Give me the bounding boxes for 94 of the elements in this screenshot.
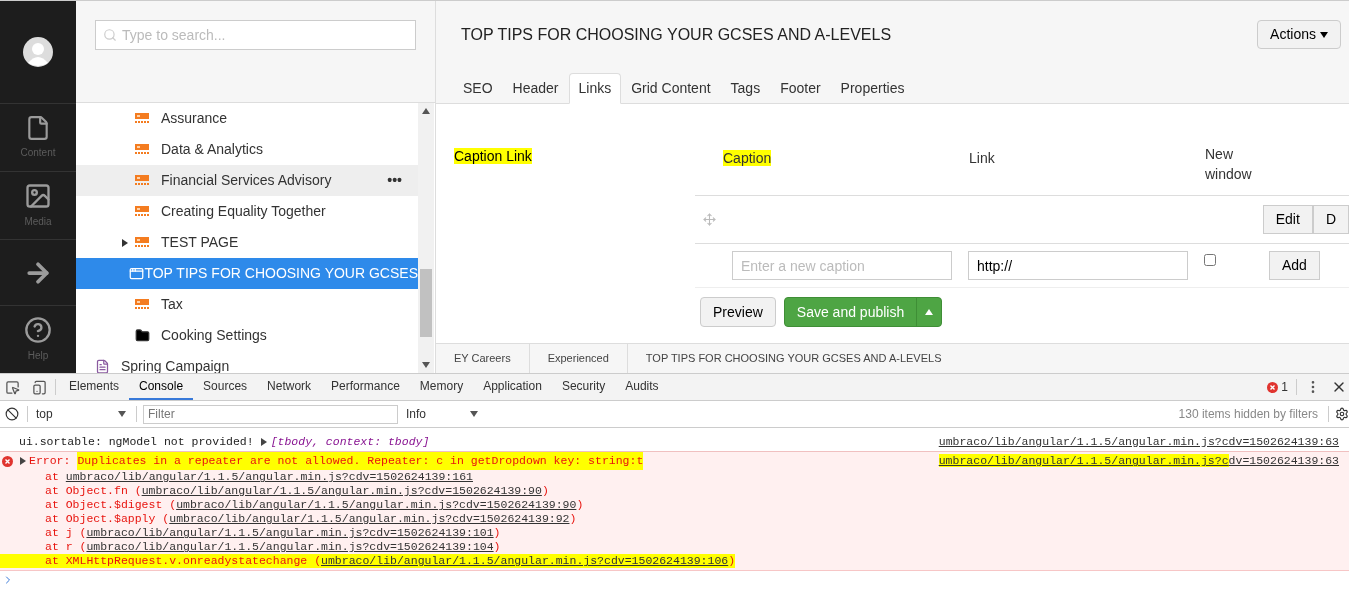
expand-icon: [19, 457, 27, 465]
error-label: Error:: [29, 453, 71, 470]
clear-console-icon[interactable]: [5, 407, 19, 421]
console-message: ui.sortable: ngModel not provided!: [19, 433, 254, 450]
editor-tab[interactable]: Grid Content: [621, 73, 721, 104]
devtools-tab[interactable]: Memory: [409, 374, 474, 400]
tree-item-label: Assurance: [161, 109, 228, 128]
error-text: Duplicates in a repeater are not allowed. Repeater: c in getDropdown key: string:t: [77, 452, 644, 470]
stack-frame-end: ): [493, 525, 501, 542]
error-icon: [1267, 381, 1279, 393]
grid-page-icon: [135, 112, 149, 125]
preview-button[interactable]: Preview: [700, 297, 776, 327]
stack-frame-end: ): [728, 553, 736, 570]
actions-button[interactable]: Actions: [1257, 20, 1341, 49]
grid-page-icon: [135, 236, 149, 249]
breadcrumb-item[interactable]: TOP TIPS FOR CHOOSING YOUR GCSES AND A-LEVELS: [627, 344, 960, 373]
devtools-tab[interactable]: Audits: [615, 374, 669, 400]
error-count[interactable]: 1: [1267, 378, 1288, 396]
editor-tab[interactable]: Tags: [720, 73, 771, 104]
more-actions[interactable]: •••: [387, 170, 402, 191]
grid-page-icon: [135, 174, 149, 187]
editor-tab[interactable]: SEO: [453, 73, 503, 104]
avatar-icon: [23, 37, 53, 67]
dropdown-icon: [470, 410, 478, 418]
devtools-tab[interactable]: Sources: [193, 374, 258, 400]
filter-field[interactable]: Filter: [143, 404, 398, 424]
caret-icon: [925, 308, 934, 316]
tree-item-label: Spring Campaign: [121, 357, 230, 373]
tree-item-label: TOP TIPS FOR CHOOSING YOUR GCSES: [144, 264, 418, 283]
window-icon: [129, 266, 145, 281]
help-icon: [24, 316, 52, 344]
stack-frame-end: ): [569, 511, 577, 528]
tree-item[interactable]: TOP TIPS FOR CHOOSING YOUR GCSES: [76, 258, 418, 289]
sidebar-label: Help: [27, 349, 49, 363]
console-object[interactable]: [tbody, context: tbody]: [270, 432, 430, 451]
caption-field[interactable]: Enter a new caption: [732, 251, 952, 280]
error-icon: [2, 455, 13, 467]
document-icon: [25, 115, 51, 141]
expand-icon: [121, 238, 129, 247]
editor-tab[interactable]: Footer: [770, 73, 831, 104]
devtools-tab[interactable]: Security: [551, 374, 616, 400]
column-header: New window: [1205, 146, 1252, 182]
tree-item-label: Cooking Settings: [161, 326, 267, 345]
new-window-checkbox[interactable]: [1204, 254, 1216, 266]
breadcrumb-item[interactable]: Experienced: [529, 344, 628, 373]
tree-item[interactable]: Financial Services Advisory •••: [76, 165, 418, 196]
document-icon: [95, 359, 110, 373]
editor-tab[interactable]: Links: [568, 73, 622, 104]
drag-handle-icon[interactable]: [703, 213, 716, 226]
folder-icon: [135, 328, 150, 343]
source-link[interactable]: umbraco/lib/angular/1.1.5/angular.min.js?cdv=1502624139:63: [938, 432, 1349, 451]
search-icon: [103, 28, 117, 42]
level-select[interactable]: Info: [406, 405, 478, 423]
add-button[interactable]: Add: [1269, 251, 1320, 280]
inspect-icon[interactable]: [5, 379, 20, 395]
tree-item-label: Tax: [161, 295, 183, 314]
row-button[interactable]: D: [1312, 205, 1349, 234]
scrollbar-thumb[interactable]: [420, 269, 432, 337]
editor-tab[interactable]: Header: [502, 73, 569, 104]
tree-item-label: TEST PAGE: [161, 233, 239, 252]
tree-item-label: Financial Services Advisory: [161, 171, 332, 190]
search-field[interactable]: Type to search...: [95, 20, 416, 50]
column-header: Caption: [723, 150, 772, 166]
column-header: Link: [969, 150, 995, 166]
row-button[interactable]: Edit: [1262, 205, 1313, 234]
sidebar-label: Media: [24, 215, 52, 229]
editor-tab[interactable]: Properties: [830, 73, 915, 104]
scrollbar[interactable]: [418, 103, 434, 373]
image-icon: [24, 182, 52, 210]
devtools-tab[interactable]: Network: [257, 374, 322, 400]
grid-page-icon: [135, 298, 149, 311]
devtools-tab[interactable]: Performance: [321, 374, 410, 400]
grid-page-icon: [135, 205, 149, 218]
devtools-tab[interactable]: Elements: [59, 374, 130, 400]
settings-icon[interactable]: [1335, 407, 1349, 421]
dropdown-icon: [118, 410, 126, 418]
tree-item-label: Creating Equality Together: [161, 202, 326, 221]
expand-icon: [259, 437, 268, 446]
device-icon[interactable]: [32, 379, 47, 395]
scroll-down-icon: [422, 361, 430, 369]
caret-icon: [1320, 30, 1328, 39]
devtools-tab[interactable]: Application: [473, 374, 552, 400]
property-label: Caption Link: [454, 148, 532, 164]
link-field[interactable]: http://: [968, 251, 1188, 280]
scroll-up-icon: [422, 107, 430, 115]
hidden-items-count: 130 items hidden by filters: [1178, 406, 1318, 423]
context-select[interactable]: top: [36, 405, 126, 423]
breadcrumb-item[interactable]: EY Careers: [436, 344, 530, 373]
tree-item-label: Data & Analytics: [161, 140, 263, 159]
grid-page-icon: [135, 143, 149, 156]
stack-frame-end: ): [576, 497, 584, 514]
sidebar-label: Content: [20, 146, 56, 160]
devtools-tab[interactable]: Console: [129, 374, 194, 400]
page-title: TOP TIPS FOR CHOOSING YOUR GCSES AND A-LEVELS: [461, 24, 892, 45]
